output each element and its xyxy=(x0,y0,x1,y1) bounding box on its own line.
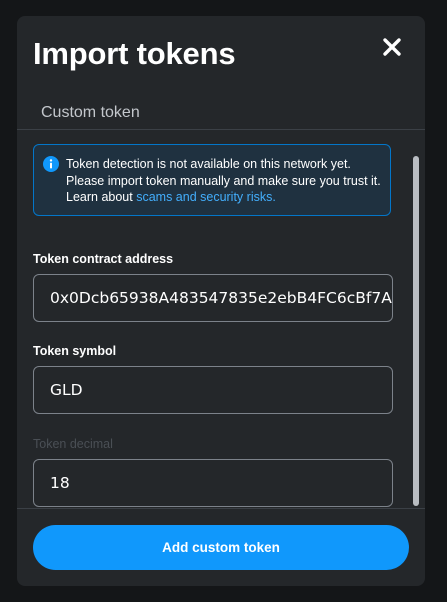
contract-address-input[interactable]: 0x0Dcb65938A483547835e2ebB4FC6cBf7AE8F3a… xyxy=(33,274,393,322)
contract-address-value: 0x0Dcb65938A483547835e2ebB4FC6cBf7AE8F3a… xyxy=(50,289,392,307)
footer-divider xyxy=(17,508,425,509)
form-scroll-area: Token detection is not available on this… xyxy=(17,130,425,508)
token-decimal-input[interactable]: 18 xyxy=(33,459,393,507)
notice-text: Token detection is not available on this… xyxy=(66,156,382,206)
token-decimal-label: Token decimal xyxy=(33,437,113,451)
import-tokens-modal: Import tokens Custom token Token detecti… xyxy=(17,16,425,586)
close-button[interactable] xyxy=(379,34,405,60)
close-icon xyxy=(383,38,401,56)
scrollbar-thumb[interactable] xyxy=(413,156,419,506)
tab-custom-token[interactable]: Custom token xyxy=(41,104,140,122)
scrollbar[interactable] xyxy=(408,140,422,508)
token-symbol-label: Token symbol xyxy=(33,344,117,358)
detection-notice: Token detection is not available on this… xyxy=(33,144,391,216)
token-decimal-value: 18 xyxy=(50,474,70,492)
token-symbol-value: GLD xyxy=(50,381,83,399)
add-custom-token-button[interactable]: Add custom token xyxy=(33,525,409,570)
scams-security-link[interactable]: scams and security risks. xyxy=(136,190,276,204)
contract-address-label: Token contract address xyxy=(33,252,174,266)
token-symbol-input[interactable]: GLD xyxy=(33,366,393,414)
modal-title: Import tokens xyxy=(33,36,236,71)
info-icon xyxy=(43,156,59,172)
